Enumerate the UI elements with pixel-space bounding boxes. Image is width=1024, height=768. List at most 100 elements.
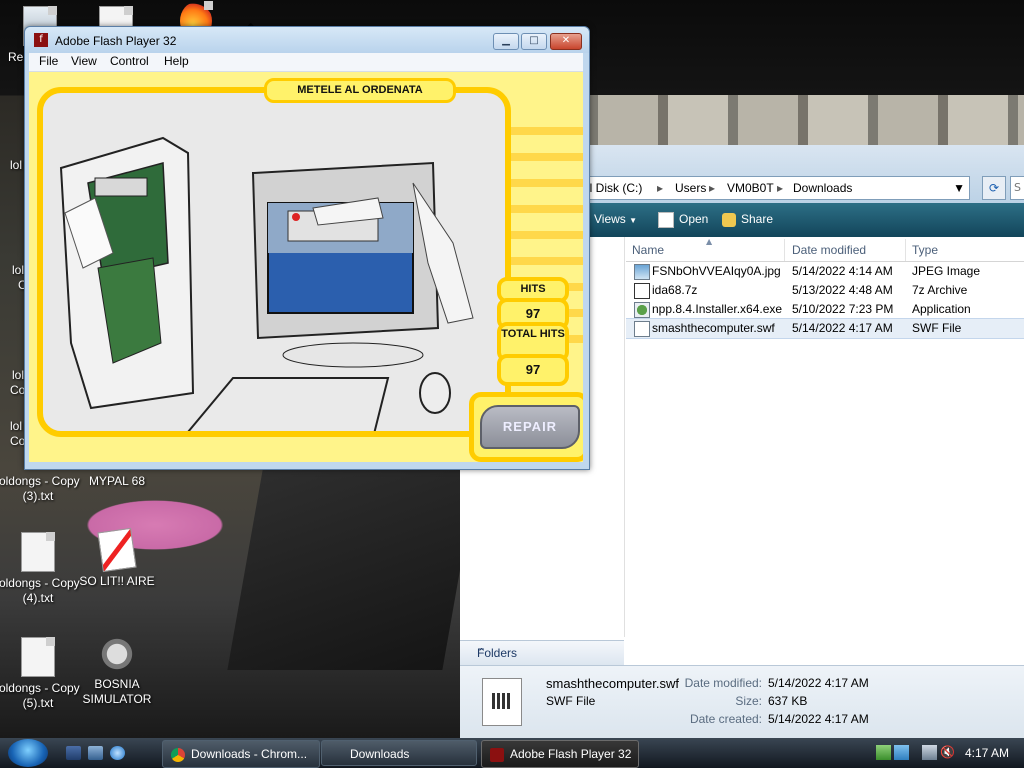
share-icon (722, 212, 736, 227)
tray-app-icon[interactable] (894, 745, 909, 760)
internet-explorer-icon[interactable] (110, 746, 125, 760)
chevron-down-icon[interactable]: ▼ (953, 181, 965, 195)
taskbar-button-label: Adobe Flash Player 32 (510, 747, 632, 761)
menu-bar: File View Control Help (29, 53, 583, 72)
flash-title-bar[interactable]: f Adobe Flash Player 32 ▁ □ ✕ (25, 27, 589, 53)
desktop-partial-label: lol (12, 368, 25, 382)
column-divider[interactable] (905, 239, 906, 261)
file-type: 7z Archive (912, 283, 968, 297)
desktop-icon-bosnia[interactable]: BOSNIA SIMULATOR (75, 635, 159, 707)
breadcrumb-users[interactable]: Users (675, 181, 706, 195)
details-size: 637 KB (768, 694, 808, 708)
file-row[interactable]: npp.8.4.Installer.x64.exe 5/10/2022 7:23… (626, 300, 1024, 319)
start-button[interactable] (8, 739, 48, 767)
details-filename: smashthecomputer.swf (546, 676, 679, 691)
menu-file[interactable]: File (39, 54, 58, 68)
menu-help[interactable]: Help (164, 54, 189, 68)
7z-file-icon (634, 283, 650, 299)
file-name: FSNbOhVVEAIqy0A.jpg (652, 264, 781, 278)
details-pane: smashthecomputer.swf SWF File Date modif… (460, 665, 1024, 739)
total-hits-value: 97 (497, 354, 569, 386)
desktop-icon-loldongs-3[interactable]: loldongs - Copy (3).txt (0, 474, 80, 504)
breadcrumb-downloads[interactable]: Downloads (793, 181, 852, 195)
taskbar: Downloads - Chrom... Downloads Adobe Fla… (0, 738, 1024, 768)
chrome-icon (171, 747, 185, 762)
flash-stage[interactable]: METELE AL ORDENATA HITS 97 TOTAL HITS 97… (29, 72, 583, 462)
desktop-icon-mypal[interactable]: MYPAL 68 (75, 474, 159, 489)
column-header-date[interactable]: Date modified (792, 243, 866, 257)
desktop-partial-label: lol (12, 263, 25, 277)
search-input[interactable]: S (1010, 176, 1024, 200)
mine-icon (101, 635, 133, 673)
open-icon (658, 212, 674, 228)
desktop-icon-loldongs-5[interactable]: loldongs - Copy (5).txt (0, 637, 80, 711)
column-divider[interactable] (784, 239, 785, 261)
window-title: Adobe Flash Player 32 (55, 34, 177, 48)
desktop-icon-label: loldongs - Copy (5).txt (0, 681, 80, 710)
game-title: METELE AL ORDENATA (264, 78, 456, 103)
column-header-name[interactable]: Name (632, 243, 664, 257)
switch-windows-icon[interactable] (88, 746, 103, 760)
column-headers: ▲ Name Date modified Type (626, 237, 1024, 262)
repair-label: REPAIR (480, 405, 580, 449)
file-row[interactable]: FSNbOhVVEAIqy0A.jpg 5/14/2022 4:14 AM JP… (626, 262, 1024, 281)
jpg-file-icon (634, 264, 650, 280)
volume-muted-icon[interactable]: 🔇 (940, 745, 955, 760)
column-header-type[interactable]: Type (912, 243, 938, 257)
share-label: Share (741, 212, 774, 226)
desktop-icon-label: loldongs - Copy (3).txt (0, 474, 80, 503)
taskbar-button-chrome[interactable]: Downloads - Chrom... (162, 740, 320, 768)
taskbar-button-label: Downloads - Chrom... (191, 747, 308, 761)
wallpaper-window (588, 95, 1024, 145)
chevron-down-icon: ▼ (629, 216, 638, 225)
file-date: 5/10/2022 7:23 PM (792, 302, 894, 316)
taskbar-button-downloads[interactable]: Downloads (321, 740, 477, 766)
open-label: Open (679, 212, 709, 227)
file-row[interactable]: ida68.7z 5/13/2022 4:48 AM 7z Archive (626, 281, 1024, 300)
details-date-created-label: Date created: (689, 712, 762, 726)
repair-button[interactable]: REPAIR (469, 392, 583, 462)
share-button[interactable]: Share (722, 212, 773, 227)
text-file-icon (21, 532, 55, 572)
file-name: ida68.7z (652, 283, 698, 297)
sort-arrow-icon: ▲ (706, 237, 713, 246)
refresh-icon[interactable]: ⟳ (982, 176, 1006, 200)
desktop-icon-label: BOSNIA SIMULATOR (82, 677, 152, 706)
file-name: npp.8.4.Installer.x64.exe (652, 302, 783, 316)
swf-file-icon (634, 321, 650, 337)
address-bar[interactable]: cal Disk (C:) ▸ Users ▸ VM0B0T ▸ Downloa… (576, 176, 970, 200)
breadcrumb-sep-icon: ▸ (777, 181, 784, 195)
maximize-button[interactable]: □ (521, 33, 547, 50)
file-type: JPEG Image (912, 264, 981, 278)
desktop-icon-loldongs-4[interactable]: loldongs - Copy (4).txt (0, 532, 80, 606)
game-scene[interactable] (37, 87, 511, 439)
chevron-up-icon: ⌃ (477, 647, 487, 659)
details-date-modified: 5/14/2022 4:17 AM (768, 676, 869, 690)
desktop-icon-label: MYPAL 68 (88, 474, 146, 488)
taskbar-button-flash[interactable]: Adobe Flash Player 32 (481, 740, 639, 768)
menu-control[interactable]: Control (110, 54, 149, 68)
desktop-icon-label: loldongs - Copy (4).txt (0, 576, 80, 605)
desktop-partial-label: lol (10, 158, 23, 172)
breadcrumb-user[interactable]: VM0B0T (727, 181, 774, 195)
flash-player-window: f Adobe Flash Player 32 ▁ □ ✕ File View … (24, 26, 590, 470)
desktop-partial-label: lol (10, 419, 23, 433)
taskbar-button-label: Downloads (350, 747, 410, 761)
tray-app-icon[interactable] (876, 745, 891, 760)
file-type: Application (912, 302, 971, 316)
menu-view[interactable]: View (71, 54, 97, 68)
details-date-modified-label: Date modified: (684, 676, 762, 690)
wallpaper-laptop (227, 470, 478, 670)
network-icon[interactable] (922, 745, 937, 760)
flash-logo-icon (490, 747, 504, 762)
open-button[interactable]: Open (658, 212, 708, 228)
desktop-icon-solitaire[interactable]: SO LIT!! AIRE (75, 527, 159, 589)
minimize-button[interactable]: ▁ (493, 33, 519, 50)
clock[interactable]: 4:17 AM (965, 746, 1009, 760)
views-button[interactable]: Views ▼ (594, 212, 637, 226)
smashed-computer-illustration[interactable] (43, 93, 505, 439)
folders-toggle[interactable]: Folders ⌃ (460, 640, 624, 665)
show-desktop-icon[interactable] (66, 746, 81, 760)
file-row-selected[interactable]: smashthecomputer.swf 5/14/2022 4:17 AM S… (626, 318, 1024, 339)
close-button[interactable]: ✕ (550, 33, 582, 50)
